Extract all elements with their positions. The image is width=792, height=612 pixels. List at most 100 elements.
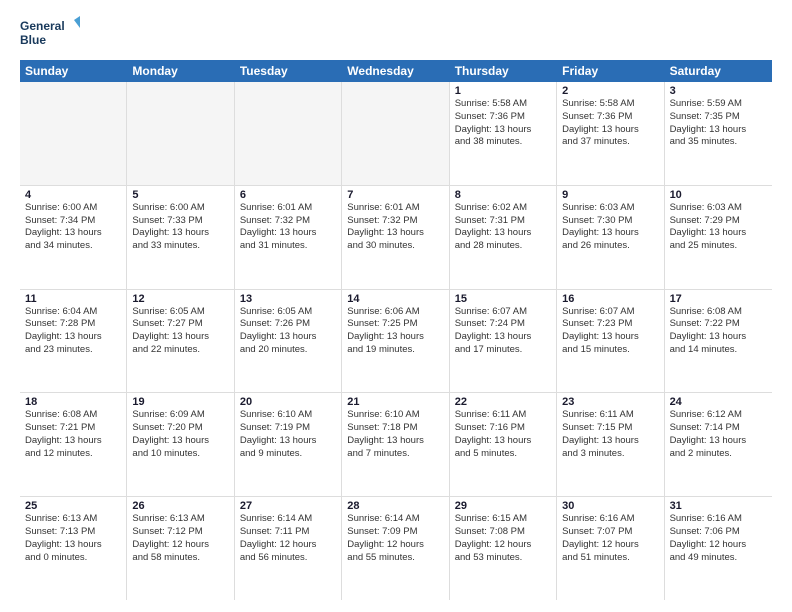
calendar-cell: 9Sunrise: 6:03 AM Sunset: 7:30 PM Daylig… (557, 186, 664, 289)
calendar-header-cell: Saturday (665, 60, 772, 82)
calendar: SundayMondayTuesdayWednesdayThursdayFrid… (20, 60, 772, 600)
page-header: General Blue (20, 16, 772, 52)
day-info: Sunrise: 6:11 AM Sunset: 7:16 PM Dayligh… (455, 409, 551, 460)
day-number: 17 (670, 293, 767, 305)
calendar-cell: 27Sunrise: 6:14 AM Sunset: 7:11 PM Dayli… (235, 497, 342, 600)
day-number: 21 (347, 396, 443, 408)
calendar-cell: 17Sunrise: 6:08 AM Sunset: 7:22 PM Dayli… (665, 290, 772, 393)
calendar-cell: 1Sunrise: 5:58 AM Sunset: 7:36 PM Daylig… (450, 82, 557, 185)
calendar-header-cell: Monday (127, 60, 234, 82)
calendar-cell (235, 82, 342, 185)
calendar-cell: 20Sunrise: 6:10 AM Sunset: 7:19 PM Dayli… (235, 393, 342, 496)
day-info: Sunrise: 6:10 AM Sunset: 7:18 PM Dayligh… (347, 409, 443, 460)
calendar-row: 25Sunrise: 6:13 AM Sunset: 7:13 PM Dayli… (20, 497, 772, 600)
day-info: Sunrise: 6:13 AM Sunset: 7:12 PM Dayligh… (132, 513, 228, 564)
calendar-cell: 19Sunrise: 6:09 AM Sunset: 7:20 PM Dayli… (127, 393, 234, 496)
calendar-cell (20, 82, 127, 185)
calendar-header: SundayMondayTuesdayWednesdayThursdayFrid… (20, 60, 772, 82)
day-info: Sunrise: 5:58 AM Sunset: 7:36 PM Dayligh… (562, 98, 658, 149)
calendar-cell: 22Sunrise: 6:11 AM Sunset: 7:16 PM Dayli… (450, 393, 557, 496)
day-number: 5 (132, 189, 228, 201)
day-number: 3 (670, 85, 767, 97)
calendar-cell: 18Sunrise: 6:08 AM Sunset: 7:21 PM Dayli… (20, 393, 127, 496)
calendar-cell: 29Sunrise: 6:15 AM Sunset: 7:08 PM Dayli… (450, 497, 557, 600)
day-info: Sunrise: 6:00 AM Sunset: 7:34 PM Dayligh… (25, 202, 121, 253)
day-info: Sunrise: 6:14 AM Sunset: 7:11 PM Dayligh… (240, 513, 336, 564)
day-info: Sunrise: 6:15 AM Sunset: 7:08 PM Dayligh… (455, 513, 551, 564)
calendar-header-cell: Wednesday (342, 60, 449, 82)
day-number: 20 (240, 396, 336, 408)
calendar-cell: 5Sunrise: 6:00 AM Sunset: 7:33 PM Daylig… (127, 186, 234, 289)
day-number: 26 (132, 500, 228, 512)
day-info: Sunrise: 6:05 AM Sunset: 7:27 PM Dayligh… (132, 306, 228, 357)
day-info: Sunrise: 6:12 AM Sunset: 7:14 PM Dayligh… (670, 409, 767, 460)
day-number: 22 (455, 396, 551, 408)
calendar-cell: 21Sunrise: 6:10 AM Sunset: 7:18 PM Dayli… (342, 393, 449, 496)
day-number: 4 (25, 189, 121, 201)
day-number: 2 (562, 85, 658, 97)
day-number: 27 (240, 500, 336, 512)
day-number: 8 (455, 189, 551, 201)
day-number: 10 (670, 189, 767, 201)
day-number: 6 (240, 189, 336, 201)
day-info: Sunrise: 6:01 AM Sunset: 7:32 PM Dayligh… (240, 202, 336, 253)
calendar-cell: 10Sunrise: 6:03 AM Sunset: 7:29 PM Dayli… (665, 186, 772, 289)
day-info: Sunrise: 5:59 AM Sunset: 7:35 PM Dayligh… (670, 98, 767, 149)
day-info: Sunrise: 6:01 AM Sunset: 7:32 PM Dayligh… (347, 202, 443, 253)
day-info: Sunrise: 6:06 AM Sunset: 7:25 PM Dayligh… (347, 306, 443, 357)
day-info: Sunrise: 6:13 AM Sunset: 7:13 PM Dayligh… (25, 513, 121, 564)
calendar-cell (342, 82, 449, 185)
calendar-row: 4Sunrise: 6:00 AM Sunset: 7:34 PM Daylig… (20, 186, 772, 290)
day-info: Sunrise: 6:02 AM Sunset: 7:31 PM Dayligh… (455, 202, 551, 253)
calendar-cell: 4Sunrise: 6:00 AM Sunset: 7:34 PM Daylig… (20, 186, 127, 289)
svg-text:Blue: Blue (20, 33, 46, 47)
day-info: Sunrise: 5:58 AM Sunset: 7:36 PM Dayligh… (455, 98, 551, 149)
calendar-cell: 23Sunrise: 6:11 AM Sunset: 7:15 PM Dayli… (557, 393, 664, 496)
calendar-cell: 28Sunrise: 6:14 AM Sunset: 7:09 PM Dayli… (342, 497, 449, 600)
calendar-cell: 31Sunrise: 6:16 AM Sunset: 7:06 PM Dayli… (665, 497, 772, 600)
logo: General Blue (20, 16, 80, 52)
logo-svg: General Blue (20, 16, 80, 52)
calendar-cell: 12Sunrise: 6:05 AM Sunset: 7:27 PM Dayli… (127, 290, 234, 393)
calendar-cell (127, 82, 234, 185)
day-number: 28 (347, 500, 443, 512)
calendar-row: 18Sunrise: 6:08 AM Sunset: 7:21 PM Dayli… (20, 393, 772, 497)
day-info: Sunrise: 6:07 AM Sunset: 7:24 PM Dayligh… (455, 306, 551, 357)
day-number: 18 (25, 396, 121, 408)
calendar-header-cell: Sunday (20, 60, 127, 82)
day-info: Sunrise: 6:09 AM Sunset: 7:20 PM Dayligh… (132, 409, 228, 460)
day-info: Sunrise: 6:11 AM Sunset: 7:15 PM Dayligh… (562, 409, 658, 460)
day-number: 24 (670, 396, 767, 408)
calendar-cell: 30Sunrise: 6:16 AM Sunset: 7:07 PM Dayli… (557, 497, 664, 600)
day-number: 30 (562, 500, 658, 512)
day-number: 16 (562, 293, 658, 305)
day-info: Sunrise: 6:08 AM Sunset: 7:22 PM Dayligh… (670, 306, 767, 357)
day-info: Sunrise: 6:04 AM Sunset: 7:28 PM Dayligh… (25, 306, 121, 357)
calendar-cell: 3Sunrise: 5:59 AM Sunset: 7:35 PM Daylig… (665, 82, 772, 185)
day-info: Sunrise: 6:05 AM Sunset: 7:26 PM Dayligh… (240, 306, 336, 357)
calendar-header-cell: Thursday (450, 60, 557, 82)
day-number: 31 (670, 500, 767, 512)
day-number: 9 (562, 189, 658, 201)
calendar-cell: 6Sunrise: 6:01 AM Sunset: 7:32 PM Daylig… (235, 186, 342, 289)
calendar-cell: 15Sunrise: 6:07 AM Sunset: 7:24 PM Dayli… (450, 290, 557, 393)
calendar-row: 11Sunrise: 6:04 AM Sunset: 7:28 PM Dayli… (20, 290, 772, 394)
calendar-cell: 2Sunrise: 5:58 AM Sunset: 7:36 PM Daylig… (557, 82, 664, 185)
calendar-cell: 25Sunrise: 6:13 AM Sunset: 7:13 PM Dayli… (20, 497, 127, 600)
day-info: Sunrise: 6:03 AM Sunset: 7:29 PM Dayligh… (670, 202, 767, 253)
day-number: 1 (455, 85, 551, 97)
day-number: 15 (455, 293, 551, 305)
day-info: Sunrise: 6:03 AM Sunset: 7:30 PM Dayligh… (562, 202, 658, 253)
day-number: 23 (562, 396, 658, 408)
calendar-cell: 11Sunrise: 6:04 AM Sunset: 7:28 PM Dayli… (20, 290, 127, 393)
day-info: Sunrise: 6:16 AM Sunset: 7:07 PM Dayligh… (562, 513, 658, 564)
calendar-cell: 16Sunrise: 6:07 AM Sunset: 7:23 PM Dayli… (557, 290, 664, 393)
calendar-cell: 24Sunrise: 6:12 AM Sunset: 7:14 PM Dayli… (665, 393, 772, 496)
day-number: 7 (347, 189, 443, 201)
day-info: Sunrise: 6:10 AM Sunset: 7:19 PM Dayligh… (240, 409, 336, 460)
day-number: 11 (25, 293, 121, 305)
day-number: 25 (25, 500, 121, 512)
day-info: Sunrise: 6:00 AM Sunset: 7:33 PM Dayligh… (132, 202, 228, 253)
calendar-row: 1Sunrise: 5:58 AM Sunset: 7:36 PM Daylig… (20, 82, 772, 186)
calendar-cell: 14Sunrise: 6:06 AM Sunset: 7:25 PM Dayli… (342, 290, 449, 393)
